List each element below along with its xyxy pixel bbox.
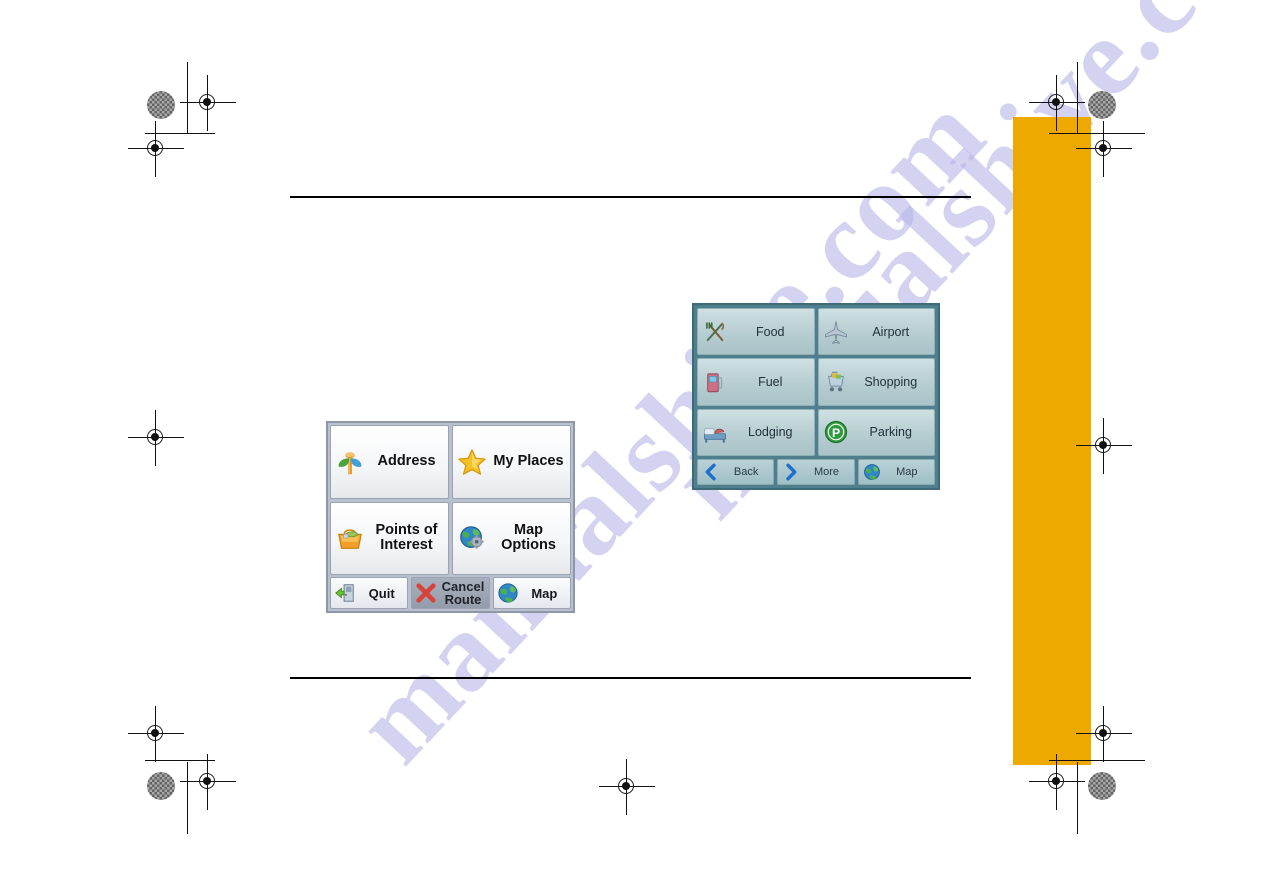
scanned-manual-page: manualshive.com manualshive.com Address … [0,0,1263,893]
map-options-label: Map Options [491,522,566,554]
trim-line [145,133,215,134]
chevron-right-icon [782,463,800,481]
density-patch [147,91,175,119]
registration-mark [1029,754,1085,810]
address-button[interactable]: Address [330,425,449,499]
poi-airport-label: Airport [872,324,910,339]
poi-fuel-button[interactable]: Fuel [697,358,815,406]
poi-menu-grid: Food Airport Fuel Shopping Lodging P Par… [697,308,935,456]
poi-label-line2: Interest [380,537,433,554]
trim-line [187,762,188,834]
registration-mark [128,706,184,762]
poi-more-label: More [813,466,840,478]
trim-line [187,62,188,134]
shopping-cart-icon [823,369,849,395]
poi-map-label: Map [896,466,918,478]
star-icon [457,447,487,477]
quit-button[interactable]: Quit [330,577,409,609]
density-patch [1088,91,1116,119]
trim-line [145,760,215,761]
cancel-route-label: Cancel Route [440,580,485,606]
exit-door-icon [334,582,356,604]
poi-lodging-label: Lodging [748,425,793,440]
density-patch [147,772,175,800]
map-options-label-line2: Options [501,537,556,554]
bed-icon [702,419,728,445]
poi-back-button[interactable]: Back [697,459,775,485]
poi-menu-screenshot: Food Airport Fuel Shopping Lodging P Par… [692,303,940,490]
registration-mark [180,754,236,810]
poi-more-button[interactable]: More [777,459,855,485]
points-of-interest-label: Points of Interest [369,522,444,554]
density-patch [1088,772,1116,800]
poi-food-button[interactable]: Food [697,308,815,356]
my-places-label: My Places [493,453,564,470]
registration-mark [128,410,184,466]
signpost-icon [335,447,365,477]
poi-shopping-label: Shopping [864,374,918,389]
cancel-route-button[interactable]: Cancel Route [411,577,490,609]
registration-mark [599,759,655,815]
map-label: Map [531,585,558,601]
poi-parking-button[interactable]: P Parking [817,408,935,456]
globe-icon [863,463,881,481]
chevron-left-icon [702,463,720,481]
fork-knife-icon [702,319,728,345]
cancel-route-line2: Route [444,592,482,607]
svg-text:P: P [831,426,839,440]
poi-parking-label: Parking [869,425,912,440]
red-x-icon [415,582,437,604]
map-options-button[interactable]: Map Options [452,501,571,575]
header-rule [290,196,971,198]
map-options-label-line1: Map [514,522,543,539]
poi-map-button[interactable]: Map [857,459,935,485]
poi-fuel-label: Fuel [758,374,783,389]
trim-line [1049,133,1145,134]
airplane-icon [823,319,849,345]
points-of-interest-button[interactable]: Points of Interest [330,501,449,575]
trim-line [1049,760,1145,761]
registration-mark [180,75,236,131]
poi-label-line1: Points of [375,522,438,539]
poi-back-label: Back [733,466,759,478]
chapter-thumb-tab [1013,117,1091,765]
main-menu-screenshot: Address My Places Points of Interest Map… [326,421,575,613]
trim-line [1077,62,1078,134]
globe-icon [497,582,519,604]
fuel-pump-icon [702,369,728,395]
address-label: Address [377,453,436,470]
footer-rule [290,677,971,679]
quit-label: Quit [368,585,395,601]
poi-food-label: Food [756,324,785,339]
poi-airport-button[interactable]: Airport [817,308,935,356]
main-menu-grid: Address My Places Points of Interest Map… [330,425,571,575]
basket-icon [335,523,365,553]
poi-lodging-button[interactable]: Lodging [697,408,815,456]
registration-mark [128,121,184,177]
poi-menu-bottom-bar: Back More Map [697,459,935,485]
map-button[interactable]: Map [492,577,571,609]
parking-p-icon: P [823,419,849,445]
globe-gear-icon [457,523,487,553]
trim-line [1077,762,1078,834]
poi-shopping-button[interactable]: Shopping [817,358,935,406]
my-places-button[interactable]: My Places [452,425,571,499]
main-menu-bottom-bar: Quit Cancel Route Map [330,577,571,609]
